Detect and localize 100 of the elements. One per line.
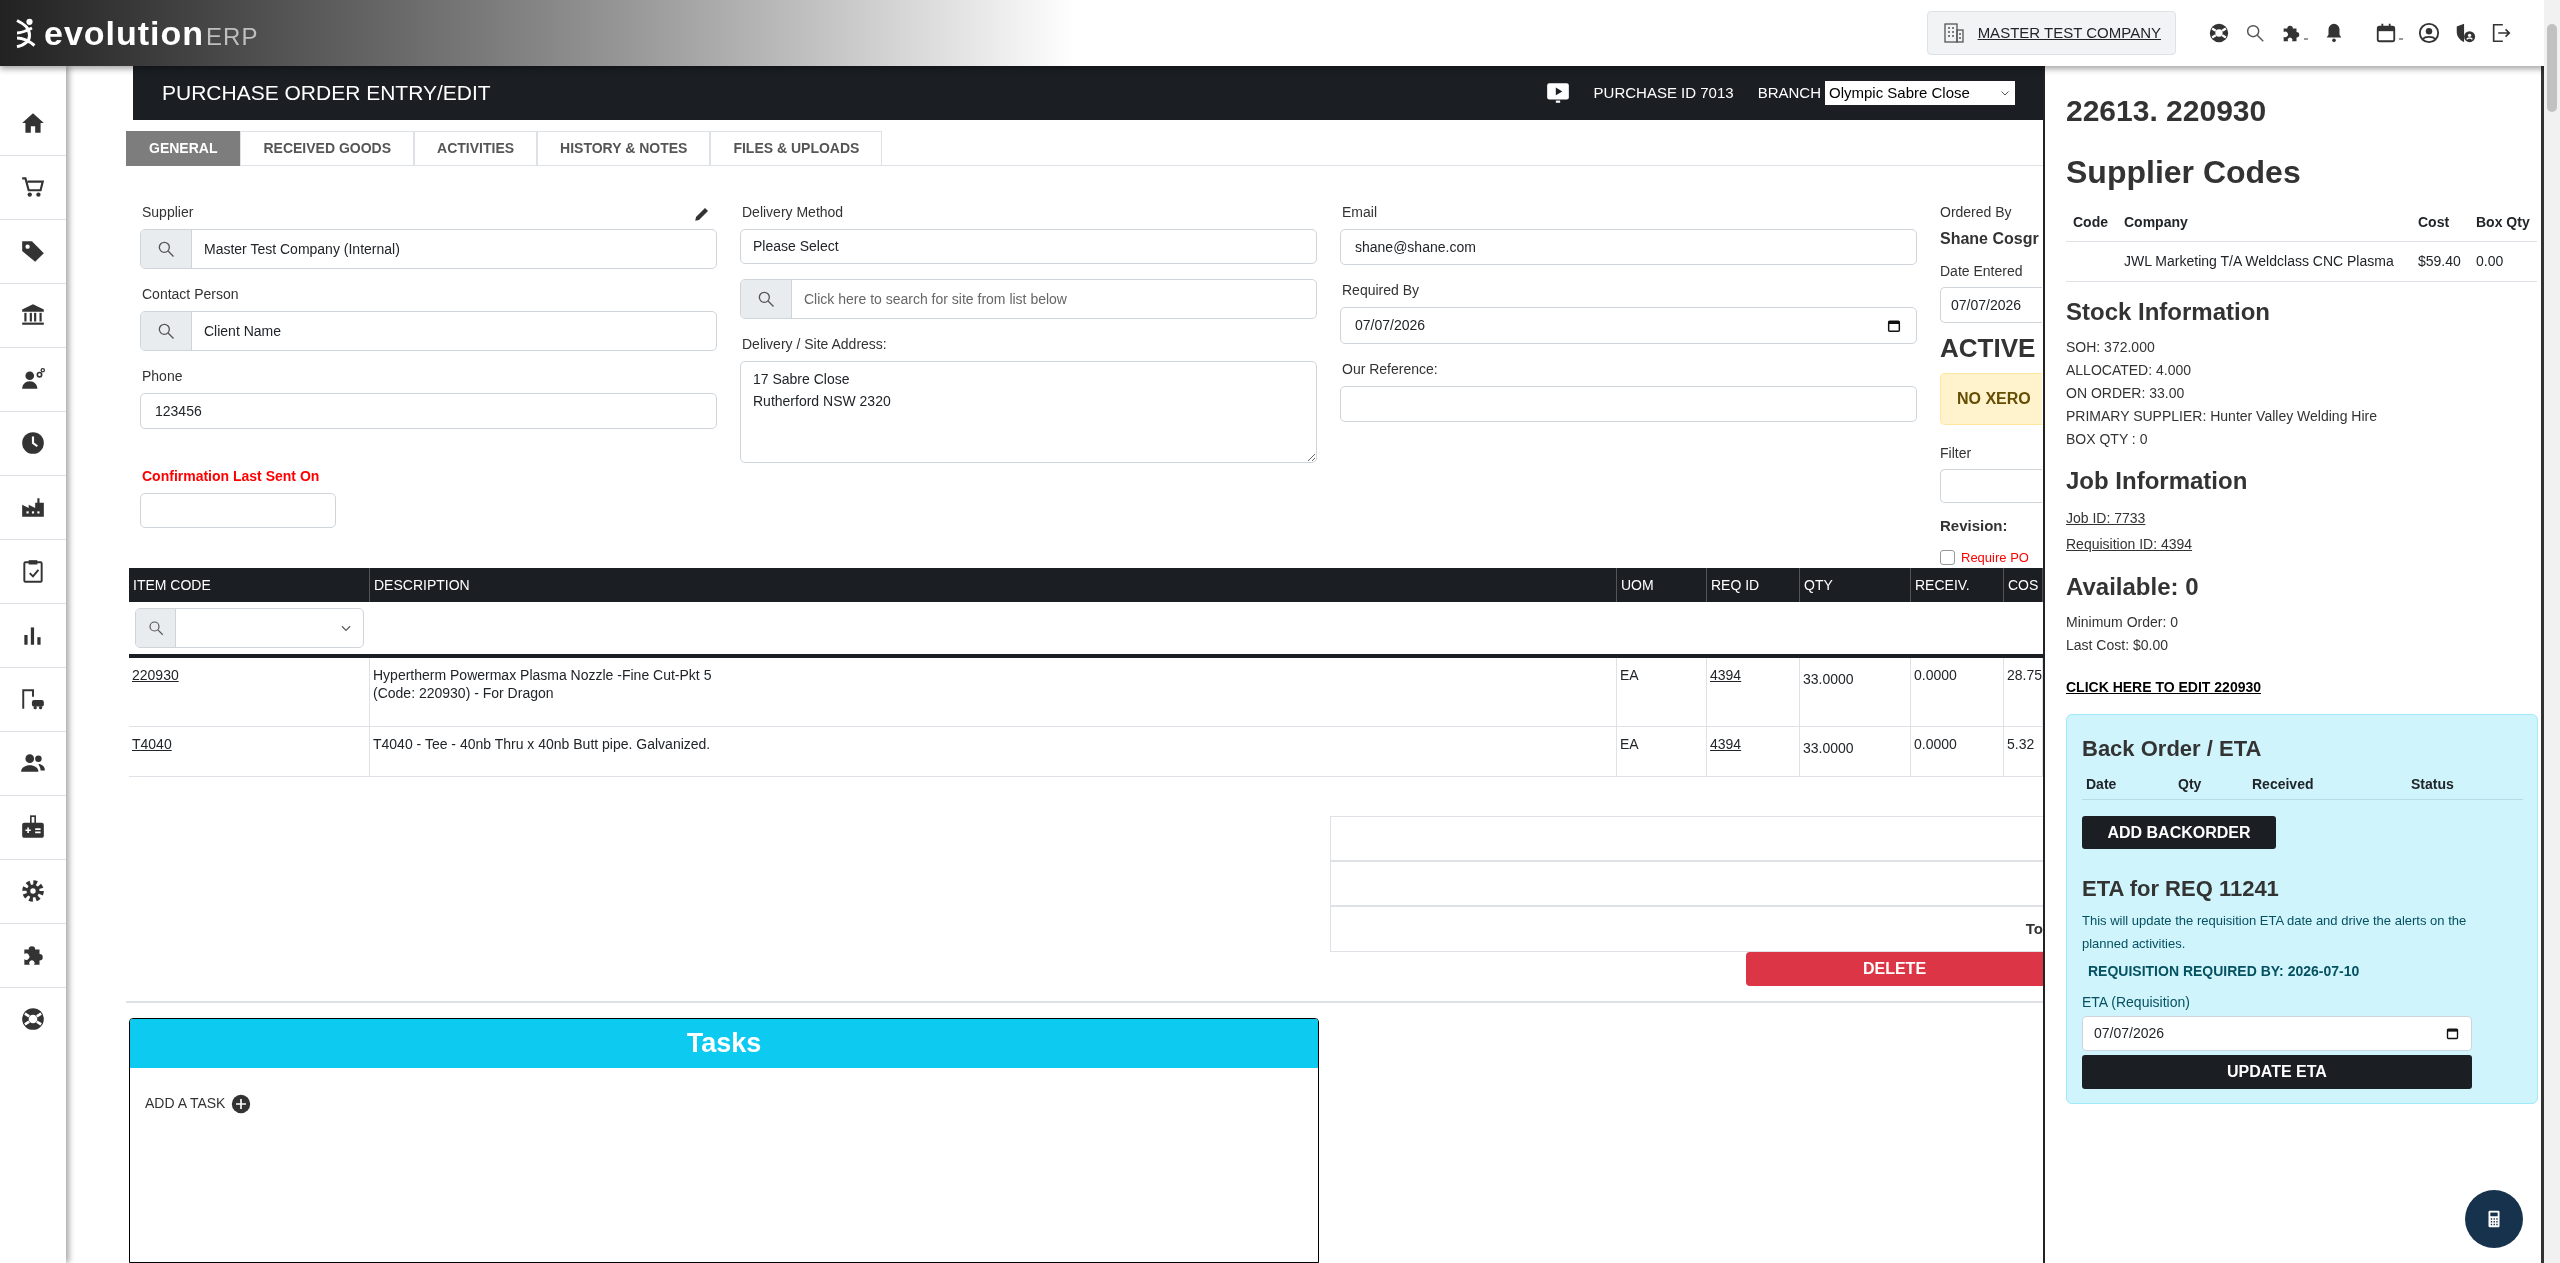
date-field[interactable]: 07/07/2026 <box>2082 1015 2472 1051</box>
shield-user-icon[interactable] <box>2454 22 2476 44</box>
field-label: Contact Person <box>142 285 239 304</box>
column-header: Received <box>2252 775 2315 794</box>
totals-label: To <box>2025 918 2043 939</box>
worker-gear-icon[interactable] <box>20 366 46 392</box>
text-field[interactable]: 123456 <box>140 393 717 429</box>
checkbox[interactable] <box>1940 549 1955 565</box>
column-header: DESCRIPTION <box>370 568 1617 602</box>
branch-label: BRANCH <box>1757 82 1821 103</box>
delete-button[interactable]: DELETE <box>1746 952 2043 986</box>
search-icon[interactable] <box>2244 22 2266 44</box>
branch-value: Olympic Sabre Close <box>1829 82 1970 103</box>
update-eta-button[interactable]: UPDATE ETA <box>2082 1054 2472 1089</box>
info-text: PRIMARY SUPPLIER: Hunter Valley Welding Hire <box>2066 406 2378 426</box>
field-label: Our Reference: <box>1342 360 1438 379</box>
branch-select[interactable]: Olympic Sabre Close <box>1825 81 2015 105</box>
purchase-id: PURCHASE ID 7013 <box>1593 82 1734 103</box>
user-icon[interactable] <box>2418 22 2440 44</box>
add-task-link[interactable]: ADD A TASK <box>145 1093 226 1114</box>
calendar-icon[interactable] <box>2375 22 2397 44</box>
field-label: Supplier <box>142 203 194 222</box>
info-link[interactable]: Job ID: 7733 <box>2066 504 2146 531</box>
revision-label: Revision: <box>1940 516 2009 536</box>
info-link[interactable]: Requisition ID: 4394 <box>2066 530 2193 557</box>
panel-title: Tasks <box>130 1019 1318 1068</box>
text-field[interactable] <box>1340 386 1917 422</box>
column-header: Company <box>2124 212 2189 232</box>
date-field[interactable]: 07/07/2026 <box>1340 307 1917 344</box>
scrollbar[interactable] <box>2544 0 2560 1263</box>
building-icon <box>1941 21 1966 45</box>
req-id-link[interactable]: 4394 <box>1710 667 1742 683</box>
text-field[interactable]: shane@shane.com <box>1340 229 1917 265</box>
settings-icon[interactable] <box>20 878 46 904</box>
calculator-badge-icon[interactable] <box>20 814 46 840</box>
lifebuoy-icon[interactable] <box>2208 22 2230 44</box>
select-field[interactable]: Please Select <box>740 229 1317 264</box>
clock-icon[interactable] <box>20 430 46 456</box>
tab[interactable]: ACTIVITIES <box>414 131 538 166</box>
column-header: Date <box>2086 775 2118 794</box>
field-label: Confirmation Last Sent On <box>142 467 320 486</box>
field-label: Delivery Method <box>742 203 844 222</box>
tag-icon[interactable] <box>20 238 46 264</box>
lifebuoy-icon[interactable] <box>20 1006 46 1032</box>
tab[interactable]: FILES & UPLOADS <box>710 131 883 166</box>
company-button[interactable]: MASTER TEST COMPANY <box>1926 11 2176 55</box>
field-label: Delivery / Site Address: <box>742 335 887 354</box>
calendar-icon[interactable] <box>2445 1025 2460 1041</box>
item-code-link[interactable]: 220930 <box>132 667 179 683</box>
filter-field[interactable] <box>1940 469 2042 503</box>
clipboard-check-icon[interactable] <box>20 558 46 584</box>
column-header: REQ ID <box>1707 568 1800 602</box>
tab[interactable]: GENERAL <box>126 131 241 166</box>
column-header: Cost <box>2418 212 2451 232</box>
req-id-link[interactable]: 4394 <box>1710 736 1742 752</box>
table-cell-text: 0.0000 <box>1914 735 1958 753</box>
info-text: Last Cost: $0.00 <box>2066 635 2169 655</box>
plus-circle-icon[interactable] <box>231 1093 252 1114</box>
field-label: ETA (Requisition) <box>2082 992 2191 1012</box>
column-header: RECEIV. <box>1911 568 2004 602</box>
bank-icon[interactable] <box>20 302 46 328</box>
date-input[interactable]: 07/07/2026 <box>2094 1022 2445 1044</box>
cart-icon[interactable] <box>20 174 46 200</box>
checkbox-label: Require PO <box>1961 548 2029 567</box>
field-label: Email <box>1342 203 1377 222</box>
table-cell-text: 33.0000 <box>1803 739 1855 757</box>
table-cell-text: 0.00 <box>2476 251 2505 271</box>
xero-notice: NO XERO <box>1940 373 2042 425</box>
status-text: ACTIVE <box>1940 335 2037 361</box>
table-cell-text: T4040 - Tee - 40nb Thru x 40nb Butt pipe. Galvanized. <box>373 735 712 753</box>
item-filter-field[interactable] <box>135 608 364 648</box>
search-icon <box>146 619 165 637</box>
eta-note: This will update the requisition ETA date and drive the alerts on the planned activities. <box>2082 911 2468 953</box>
section-heading: Stock Information <box>2066 296 2271 327</box>
search-icon <box>756 289 776 309</box>
column-header: Code <box>2072 212 2109 232</box>
field-label: Filter <box>1940 444 1973 463</box>
brand-name: evolution ERP <box>44 16 259 50</box>
section-heading: Job Information <box>2066 465 2249 496</box>
caret-icon[interactable] <box>2398 38 2404 40</box>
tab[interactable]: HISTORY & NOTES <box>537 131 711 166</box>
tab[interactable]: RECEIVED GOODS <box>240 131 415 166</box>
address-field[interactable]: 17 Sabre Close Rutherford NSW 2320 <box>740 361 1317 463</box>
search-icon <box>156 321 176 341</box>
building-car-icon[interactable] <box>20 686 46 712</box>
info-text: SOH: 372.000 <box>2066 337 2156 357</box>
add-backorder-button[interactable]: ADD BACKORDER <box>2082 816 2276 849</box>
date-field[interactable]: 07/07/2026 <box>1940 287 2042 323</box>
info-text: BOX QTY : 0 <box>2066 429 2149 449</box>
sign-out-icon[interactable] <box>2490 22 2512 44</box>
search-icon <box>156 239 176 259</box>
section-heading: Back Order / ETA <box>2082 734 2263 762</box>
text-field[interactable] <box>140 493 336 528</box>
date-input[interactable]: 07/07/2026 <box>1355 315 1886 336</box>
orderer-name: Shane Cosgr <box>1940 229 2040 249</box>
caret-icon[interactable] <box>2303 38 2309 40</box>
edit-item-link[interactable]: CLICK HERE TO EDIT 220930 <box>2066 676 2262 698</box>
table-cell-text: 0.0000 <box>1914 666 1958 684</box>
pencil-icon[interactable] <box>693 205 711 223</box>
item-code-link[interactable]: T4040 <box>132 736 172 752</box>
